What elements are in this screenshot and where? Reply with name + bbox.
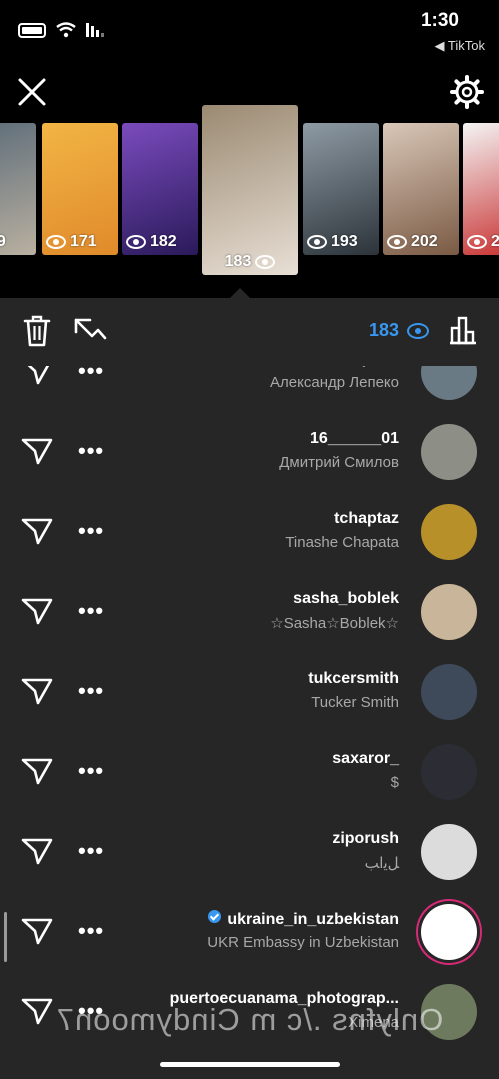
viewer-count[interactable]: 183 (369, 320, 429, 341)
story-thumbnail[interactable]: 19 (0, 123, 36, 255)
viewers-panel: 183 •••aleksandrlepekoАлександр Лепеко••… (0, 298, 499, 1079)
story-thumbnail[interactable]: 193 (303, 123, 379, 255)
avatar[interactable] (421, 366, 477, 400)
avatar[interactable] (421, 664, 477, 720)
more-options-button[interactable]: ••• (78, 918, 104, 944)
viewer-row[interactable]: ••• aleksandrlepeko Александр Лепеко (0, 366, 499, 416)
trash-icon[interactable] (22, 314, 52, 348)
viewer-row[interactable]: ••• sasha_boblek ☆Sasha☆Boblek☆ (0, 576, 499, 656)
viewer-row[interactable]: ••• tukcersmith Tucker Smith (0, 656, 499, 736)
viewer-fullname: Tinashe Chapata (285, 534, 399, 551)
viewer-username-text: saxaror_ (332, 750, 399, 767)
viewer-username-text: 16______01 (310, 430, 399, 447)
viewer-fullname: ☆Sasha☆Boblek☆ (270, 615, 399, 632)
viewer-row[interactable]: ••• ziporush ﻞﻳﺍﺐ (0, 816, 499, 896)
viewer-row[interactable]: ••• 16______01 Дмитрий Смилов (0, 416, 499, 496)
story-thumbnail-selected[interactable]: 183 (202, 105, 298, 275)
insights-chart-icon[interactable] (447, 314, 479, 346)
send-paper-plane-icon[interactable] (20, 836, 54, 866)
viewer-username[interactable]: saxaror_ (332, 750, 399, 768)
eye-icon (307, 235, 327, 249)
viewer-username[interactable]: tukcersmith (308, 670, 399, 688)
viewer-fullname: UKR Embassy in Uzbekistan (207, 934, 399, 951)
story-view-count: 171 (70, 233, 97, 250)
story-view-count: 193 (331, 233, 358, 250)
eye-icon (407, 322, 429, 339)
send-paper-plane-icon[interactable] (20, 756, 54, 786)
viewer-fullname: Александр Лепеко (270, 374, 399, 391)
watermark-text: Onlyfns ./c m Cindymoon7 (55, 1002, 444, 1037)
story-view-count: 19 (0, 233, 6, 250)
viewer-list[interactable]: ••• aleksandrlepeko Александр Лепеко ••• 16_… (0, 366, 499, 1079)
viewer-fullname: $ (390, 774, 399, 791)
status-icons (18, 22, 104, 38)
viewer-count-value: 183 (368, 320, 399, 340)
panel-toolbar: 183 (0, 298, 499, 366)
more-options-button[interactable]: ••• (78, 518, 104, 544)
viewer-row[interactable]: ••• saxaror_ $ (0, 736, 499, 816)
story-view-count: 182 (150, 233, 177, 250)
viewer-username-text: tchaptaz (334, 510, 399, 527)
viewer-username[interactable]: ukraine_in_uzbekistan (208, 910, 399, 929)
more-options-button[interactable]: ••• (78, 598, 104, 624)
viewer-fullname: ﻞﻳﺍﺐ (364, 855, 399, 872)
viewer-username-text: ziporush (332, 830, 399, 847)
battery-icon (18, 22, 46, 38)
send-paper-plane-icon[interactable] (20, 366, 54, 386)
more-options-button[interactable]: ••• (78, 758, 104, 784)
viewer-row[interactable]: ••• ukraine_in_uzbekistan UKR Embassy in U… (0, 896, 499, 976)
home-indicator[interactable] (160, 1062, 340, 1067)
viewer-username-text: sasha_boblek (293, 590, 399, 607)
viewer-username-text: aleksandrlepeko (274, 366, 399, 367)
viewer-username-text: ukraine_in_uzbekistan (227, 911, 399, 928)
verified-badge-icon (208, 910, 222, 923)
wifi-icon (56, 22, 76, 38)
send-paper-plane-icon[interactable] (20, 436, 54, 466)
eye-icon (467, 235, 487, 249)
eye-icon (255, 255, 276, 269)
viewer-fullname: Tucker Smith (311, 694, 399, 711)
send-paper-plane-icon[interactable] (20, 916, 54, 946)
back-to-app-link[interactable]: ◀ TikTok (435, 38, 485, 54)
more-options-button[interactable]: ••• (78, 678, 104, 704)
viewer-username[interactable]: tchaptaz (334, 510, 399, 528)
more-options-button[interactable]: ••• (78, 438, 104, 464)
status-bar: 1:30 ◀ TikTok (0, 0, 499, 60)
avatar[interactable] (421, 744, 477, 800)
avatar[interactable] (421, 584, 477, 640)
story-view-count: 183 (224, 253, 252, 270)
status-time: 1:30 (420, 10, 459, 31)
viewer-fullname: Дмитрий Смилов (279, 454, 399, 471)
viewer-username-text: tukcersmith (308, 670, 399, 687)
eye-icon (46, 235, 66, 249)
send-paper-plane-icon[interactable] (20, 676, 54, 706)
send-paper-plane-icon[interactable] (20, 596, 54, 626)
send-paper-plane-icon[interactable] (20, 516, 54, 546)
signal-icon (86, 23, 104, 37)
avatar[interactable] (421, 904, 477, 960)
viewer-username[interactable]: sasha_boblek (293, 590, 399, 608)
viewer-username[interactable]: ziporush (332, 830, 399, 848)
story-thumbnail[interactable]: 182 (122, 123, 198, 255)
story-thumbnails-strip: 19 171 182 183 193 202 215 (0, 105, 499, 280)
avatar[interactable] (421, 504, 477, 560)
story-view-count: 215 (491, 233, 499, 250)
viewer-username[interactable]: aleksandrlepeko (274, 366, 399, 368)
more-options-button[interactable]: ••• (78, 366, 104, 384)
eye-icon (387, 235, 407, 249)
scrollbar[interactable] (4, 912, 7, 962)
share-arrow-icon[interactable] (72, 316, 108, 346)
story-thumbnail[interactable]: 215 (463, 123, 499, 255)
more-options-button[interactable]: ••• (78, 838, 104, 864)
story-view-count: 202 (411, 233, 438, 250)
viewer-username[interactable]: 16______01 (310, 430, 399, 448)
viewer-row[interactable]: ••• tchaptaz Tinashe Chapata (0, 496, 499, 576)
story-thumbnail[interactable]: 202 (383, 123, 459, 255)
story-thumbnail[interactable]: 171 (42, 123, 118, 255)
eye-icon (126, 235, 146, 249)
avatar[interactable] (421, 824, 477, 880)
avatar[interactable] (421, 424, 477, 480)
